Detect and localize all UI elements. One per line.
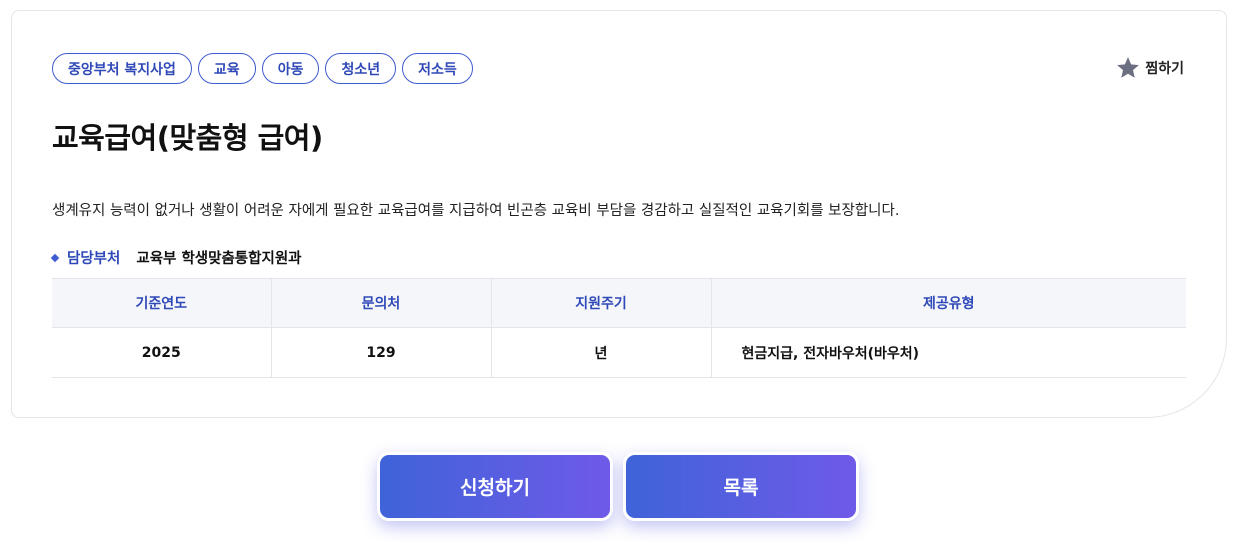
- header-provision-type: 제공유형: [711, 278, 1186, 328]
- table-header-row: 기준연도 문의처 지원주기 제공유형: [52, 278, 1186, 328]
- apply-button[interactable]: 신청하기: [377, 452, 613, 521]
- service-detail-card: 중앙부처 복지사업 교육 아동 청소년 저소득 찜하기 교육급여(맞춤형 급여)…: [11, 10, 1227, 418]
- cell-support-cycle: 년: [491, 327, 712, 378]
- header-contact: 문의처: [271, 278, 492, 328]
- header-base-year: 기준연도: [52, 278, 272, 328]
- department-value: 교육부 학생맞춤통합지원과: [136, 251, 302, 267]
- tag-list: 중앙부처 복지사업 교육 아동 청소년 저소득: [52, 53, 473, 84]
- tag-low-income[interactable]: 저소득: [402, 53, 473, 84]
- cell-contact: 129: [271, 327, 492, 378]
- favorite-label: 찜하기: [1145, 61, 1184, 77]
- tag-central-welfare[interactable]: 중앙부처 복지사업: [52, 53, 192, 84]
- favorite-button[interactable]: 찜하기: [1115, 55, 1184, 81]
- department-label: 담당부처: [67, 251, 121, 267]
- table-row: 2025 129 년 현금지급, 전자바우처(바우처): [52, 327, 1186, 378]
- cell-base-year: 2025: [52, 327, 272, 378]
- cell-provision-type: 현금지급, 전자바우처(바우처): [711, 327, 1186, 378]
- department-info: 담당부처 교육부 학생맞춤통합지원과: [50, 247, 302, 268]
- page-title: 교육급여(맞춤형 급여): [52, 121, 323, 155]
- action-buttons: 신청하기 목록: [377, 452, 859, 521]
- service-info-table: 기준연도 문의처 지원주기 제공유형 2025 129 년 현금지급, 전자바우…: [52, 278, 1186, 378]
- tag-children[interactable]: 아동: [261, 53, 320, 84]
- service-description: 생계유지 능력이 없거나 생활이 어려운 자에게 필요한 교육급여를 지급하여 …: [52, 203, 900, 219]
- header-support-cycle: 지원주기: [491, 278, 712, 328]
- tag-education[interactable]: 교육: [197, 53, 256, 84]
- star-icon: [1117, 57, 1140, 78]
- tag-youth[interactable]: 청소년: [325, 53, 397, 84]
- list-button[interactable]: 목록: [623, 452, 859, 521]
- diamond-bullet-icon: [50, 253, 60, 262]
